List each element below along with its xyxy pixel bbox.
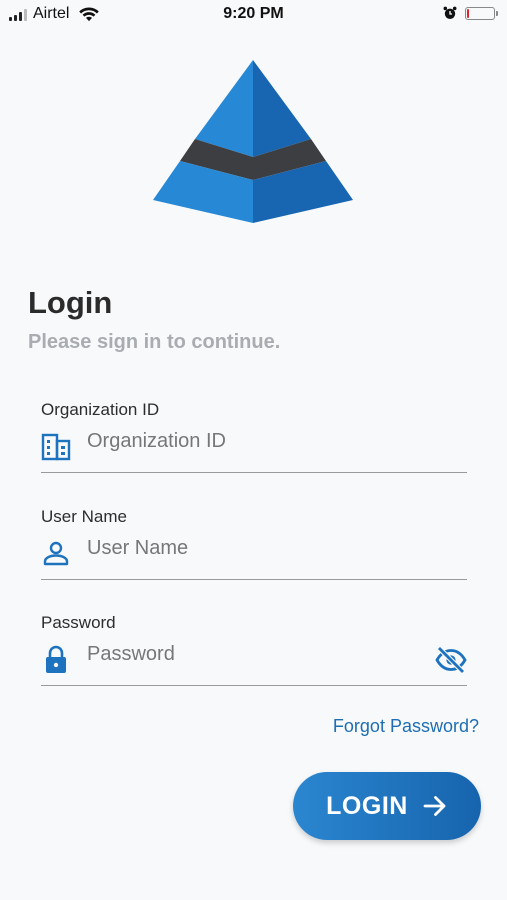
password-input[interactable] — [87, 637, 417, 671]
organization-label: Organization ID — [41, 400, 160, 419]
eye-off-icon[interactable] — [435, 646, 467, 674]
status-time: 9:20 PM — [223, 5, 284, 22]
organization-input[interactable] — [87, 424, 417, 458]
page-title: Login — [28, 285, 113, 320]
arrow-right-icon — [423, 796, 446, 816]
password-label: Password — [41, 613, 116, 632]
username-field: User Name — [41, 507, 467, 580]
lock-icon — [46, 645, 66, 673]
pyramid-logo-icon — [153, 60, 353, 223]
page-subtitle: Please sign in to continue. — [28, 331, 281, 353]
status-right — [443, 6, 498, 20]
login-button[interactable]: LOGIN — [293, 772, 481, 840]
login-button-label: LOGIN — [326, 791, 408, 820]
battery-level — [467, 8, 470, 18]
password-field: Password — [41, 613, 467, 686]
organization-field: Organization ID — [41, 400, 467, 473]
building-icon — [41, 433, 71, 461]
status-bar: Airtel 9:20 PM — [0, 0, 507, 30]
person-icon — [43, 541, 69, 566]
alarm-clock-icon — [443, 6, 457, 19]
username-label: User Name — [41, 507, 127, 526]
battery-icon — [465, 6, 498, 20]
forgot-password-link[interactable]: Forgot Password? — [333, 716, 479, 737]
username-input[interactable] — [87, 531, 417, 565]
